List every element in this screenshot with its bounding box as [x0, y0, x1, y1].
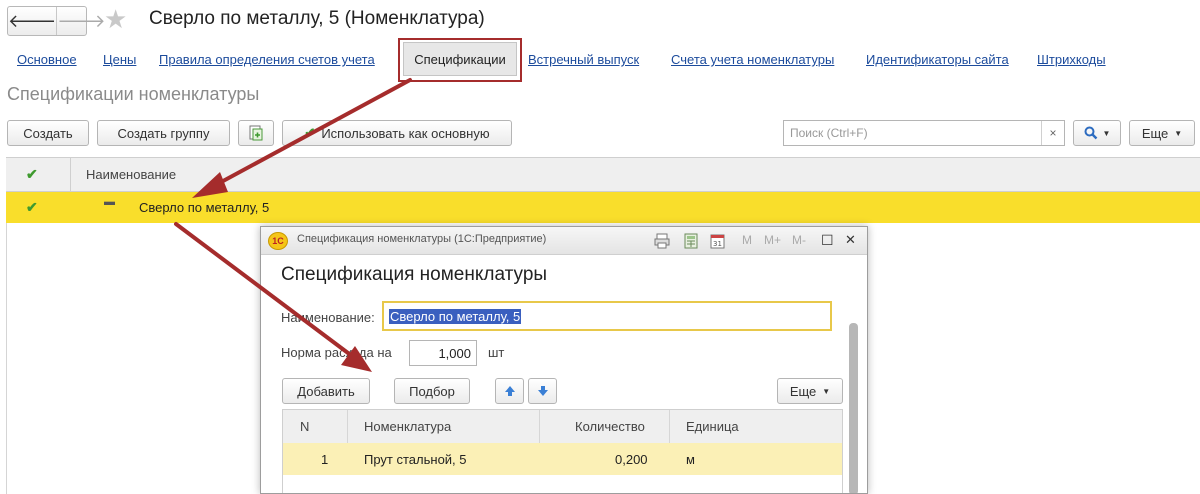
calendar-icon[interactable]: 31 [710, 232, 725, 250]
search-options-button[interactable]: ▼ [1073, 120, 1121, 146]
column-divider [539, 410, 540, 443]
search-placeholder: Поиск (Ctrl+F) [790, 126, 868, 140]
dialog-scrollbar[interactable] [849, 323, 858, 493]
column-header-unit[interactable]: Единица [686, 419, 739, 434]
rate-label: Норма расхода на [281, 345, 392, 360]
specification-table-header: N Номенклатура Количество Единица [283, 410, 842, 444]
favorite-star-icon[interactable]: ★ [104, 4, 127, 34]
forward-arrow-icon[interactable]: 🡒 [56, 7, 106, 35]
dialog-heading: Спецификация номенклатуры [281, 264, 548, 285]
maximize-icon[interactable]: ☐ [821, 231, 834, 249]
print-icon[interactable] [654, 232, 670, 250]
row-marker-icon: ▬ [104, 196, 115, 208]
name-field[interactable]: Сверло по металлу, 5 [382, 301, 832, 331]
page-title: Сверло по металлу, 5 (Номенклатура) [149, 8, 485, 29]
rate-input[interactable]: 1,000 [409, 340, 477, 366]
arrow-down-icon [537, 386, 548, 396]
search-input[interactable]: Поиск (Ctrl+F) × [783, 120, 1065, 146]
memory-plus-icon[interactable]: M+ [764, 231, 781, 249]
back-arrow-icon[interactable]: 🡐 [8, 7, 56, 35]
row-unit: м [686, 452, 695, 467]
svg-text:31: 31 [713, 240, 722, 248]
add-button[interactable]: Добавить [282, 378, 370, 404]
more-label: Еще [1141, 125, 1169, 141]
name-label: Наименование: [281, 310, 375, 325]
column-divider [347, 410, 348, 443]
memory-minus-icon[interactable]: M- [792, 231, 806, 249]
section-title: Спецификации номенклатуры [7, 84, 260, 104]
tab-item-accounts[interactable]: Счета учета номенклатуры [671, 52, 834, 67]
table-row[interactable]: 1 Прут стальной, 5 0,200 м [283, 443, 842, 475]
close-icon[interactable]: ✕ [845, 231, 856, 249]
specification-table: N Номенклатура Количество Единица 1 Прут… [282, 409, 843, 493]
dialog-more-label: Еще [789, 383, 817, 399]
tab-barcodes[interactable]: Штрихкоды [1037, 52, 1106, 67]
calculator-icon[interactable] [684, 232, 698, 250]
tab-specifications[interactable]: Спецификации [403, 42, 517, 76]
row-item: Прут стальной, 5 [364, 452, 467, 467]
row-number: 1 [321, 452, 329, 467]
tab-counter-output[interactable]: Встречный выпуск [528, 52, 639, 67]
row-check-icon: ✔ [26, 199, 38, 215]
select-button[interactable]: Подбор [394, 378, 470, 404]
use-as-main-label: Использовать как основную [321, 125, 490, 141]
copy-button[interactable] [238, 120, 274, 146]
dialog-more-button[interactable]: Еще ▼ [777, 378, 843, 404]
clear-search-icon[interactable]: × [1041, 121, 1064, 145]
column-header-item[interactable]: Номенклатура [364, 419, 451, 434]
more-button[interactable]: Еще ▼ [1129, 120, 1195, 146]
column-header-n[interactable]: N [300, 419, 309, 434]
search-icon [1084, 126, 1097, 140]
row-name: Сверло по металлу, 5 [139, 200, 270, 215]
tab-prices[interactable]: Цены [103, 52, 136, 67]
dialog-titlebar: 1С Спецификация номенклатуры (1С:Предпри… [261, 227, 867, 255]
arrow-up-icon [504, 386, 515, 396]
copy-document-icon [249, 125, 263, 141]
header-check-icon: ✔ [26, 166, 38, 182]
dialog-window-title: Спецификация номенклатуры (1С:Предприяти… [297, 233, 547, 245]
use-as-main-button[interactable]: ✔ Использовать как основную [282, 120, 512, 146]
column-divider [669, 410, 670, 443]
column-header-name[interactable]: Наименование [86, 167, 176, 182]
create-group-button[interactable]: Создать группу [97, 120, 230, 146]
chevron-down-icon: ▼ [822, 386, 831, 396]
specification-dialog: 1С Спецификация номенклатуры (1С:Предпри… [260, 226, 868, 494]
create-button[interactable]: Создать [7, 120, 89, 146]
tab-main[interactable]: Основное [17, 52, 77, 67]
memory-m-icon[interactable]: M [742, 231, 752, 249]
list-header: ✔ Наименование [6, 157, 1200, 192]
checkmark-icon: ✔ [304, 125, 316, 140]
row-quantity: 0,200 [615, 452, 648, 467]
1c-logo-icon: 1С [268, 232, 288, 250]
tab-site-identifiers[interactable]: Идентификаторы сайта [866, 52, 1009, 67]
table-row[interactable]: ✔ ▬ Сверло по металлу, 5 [6, 192, 1200, 223]
name-field-value: Сверло по металлу, 5 [389, 309, 522, 324]
tab-account-rules[interactable]: Правила определения счетов учета [159, 52, 375, 67]
chevron-down-icon: ▼ [1174, 128, 1183, 138]
move-down-button[interactable] [528, 378, 557, 404]
rate-unit: шт [488, 345, 505, 360]
chevron-down-icon: ▼ [1102, 128, 1111, 138]
column-divider [70, 158, 71, 192]
move-up-button[interactable] [495, 378, 524, 404]
column-header-quantity[interactable]: Количество [575, 419, 645, 434]
history-navigation: 🡐 🡒 [7, 6, 106, 36]
